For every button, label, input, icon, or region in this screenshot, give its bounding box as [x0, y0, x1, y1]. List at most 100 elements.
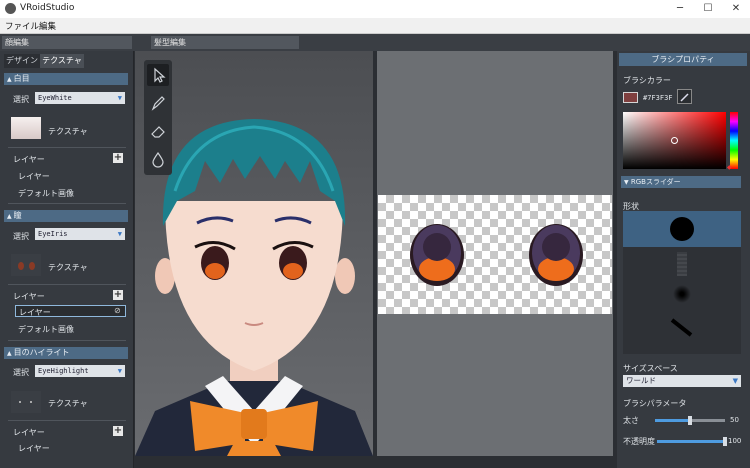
texture-label: テクスチャ — [48, 127, 88, 136]
tab-hair-edit[interactable]: 髪型編集 — [151, 36, 299, 49]
chevron-down-icon: ▼ — [117, 94, 122, 102]
select-label: 選択 — [13, 232, 29, 241]
texture-thumbnail[interactable] — [11, 254, 41, 276]
thickness-label: 太さ — [623, 416, 639, 425]
visibility-off-icon[interactable]: ⊘ — [114, 306, 121, 315]
cursor-tool-button[interactable] — [147, 64, 169, 86]
color-picker-cursor[interactable] — [671, 137, 678, 144]
tab-face-edit[interactable]: 顔編集 — [2, 36, 132, 49]
section-header-eye-highlight[interactable]: ▲ 目のハイライト — [4, 347, 128, 359]
menu-bar: ファイル 編集 — [0, 18, 750, 34]
layer-item[interactable]: レイヤー — [18, 443, 50, 454]
section-title: 白目 — [13, 74, 30, 83]
divider — [8, 147, 126, 148]
tab-texture[interactable]: テクスチャ — [40, 54, 84, 68]
collapse-arrow-icon: ▲ — [7, 213, 12, 220]
texture-thumbnail[interactable] — [11, 117, 41, 139]
divider — [8, 284, 126, 285]
minimize-button[interactable]: ─ — [666, 0, 694, 18]
top-tab-strip: 顔編集 髪型編集 — [0, 34, 750, 51]
brush-color-hex: #7F3F3F — [643, 94, 673, 102]
menu-file[interactable]: ファイル — [5, 20, 39, 32]
title-bar: VRoidStudio ─ ☐ ✕ — [0, 0, 750, 19]
layer-item-default[interactable]: デフォルト画像 — [18, 188, 74, 199]
iris-texture-image — [410, 224, 583, 286]
brush-params-label: ブラシパラメータ — [623, 399, 687, 408]
fill-icon — [152, 151, 164, 168]
close-button[interactable]: ✕ — [722, 0, 750, 18]
chevron-down-icon: ▼ — [117, 367, 122, 375]
texture-preview[interactable] — [378, 195, 612, 314]
add-layer-button[interactable]: + — [113, 426, 123, 436]
eraser-icon — [151, 126, 165, 138]
hard-round-brush-icon — [670, 217, 694, 241]
opacity-label: 不透明度 — [623, 437, 655, 446]
size-space-value: ワールド — [626, 376, 656, 385]
layer-name: レイヤー — [19, 308, 51, 317]
brush-color-swatch[interactable] — [623, 92, 638, 103]
thickness-slider-handle[interactable] — [688, 416, 692, 425]
layer-header: レイヤー — [13, 292, 45, 301]
divider — [8, 340, 126, 341]
divider — [8, 203, 126, 204]
section-header-eye-iris[interactable]: ▲ 瞳 — [4, 210, 128, 222]
layer-item-selected[interactable]: レイヤー ⊘ — [15, 305, 126, 317]
textured-brush-icon[interactable] — [677, 252, 687, 276]
soft-round-brush-icon[interactable] — [673, 285, 691, 303]
collapse-arrow-icon: ▲ — [7, 76, 12, 83]
section-header-eye-white[interactable]: ▲ 白目 — [4, 73, 128, 85]
panel-title: ブラシプロパティ — [619, 53, 747, 66]
highlight-thumbnail-icon — [19, 401, 32, 403]
opacity-slider-fill — [657, 440, 725, 443]
add-layer-button[interactable]: + — [113, 290, 123, 300]
eyedropper-icon — [680, 93, 689, 102]
left-panel: デザイン テクスチャ ▲ 白目 選択 EyeWhite ▼ テクスチャ レイヤー +… — [0, 51, 134, 468]
section-title: 瞳 — [13, 211, 22, 220]
brush-shape-selected[interactable] — [623, 211, 741, 247]
fill-tool-button[interactable] — [147, 148, 169, 170]
divider — [8, 420, 126, 421]
eyedropper-button[interactable] — [677, 89, 692, 104]
section-title: 目のハイライト — [13, 348, 70, 357]
line-brush-item[interactable] — [669, 317, 695, 339]
pen-tool-button[interactable] — [147, 92, 169, 114]
rgb-slider-label: RGBスライダー — [630, 178, 681, 186]
brush-color-label: ブラシカラー — [623, 76, 671, 85]
rgb-slider-toggle[interactable]: ▼ RGBスライダー — [621, 176, 741, 188]
iris-thumbnail-icon — [18, 262, 35, 270]
texture-label: テクスチャ — [48, 399, 88, 408]
brush-properties-panel: ブラシプロパティ ブラシカラー #7F3F3F ◆ ▼ RGBスライダー 形状 … — [617, 51, 750, 468]
select-dropdown-eye-white[interactable]: EyeWhite ▼ — [35, 92, 125, 104]
select-value: EyeWhite — [38, 94, 72, 102]
select-dropdown-eye-highlight[interactable]: EyeHighlight ▼ — [35, 365, 125, 377]
maximize-button[interactable]: ☐ — [694, 0, 722, 18]
hue-marker-icon[interactable]: ◆ — [727, 164, 732, 171]
menu-edit[interactable]: 編集 — [39, 20, 56, 32]
select-value: EyeIris — [38, 230, 68, 238]
layer-item-default[interactable]: デフォルト画像 — [18, 324, 74, 335]
tab-design[interactable]: デザイン — [4, 54, 40, 68]
bottom-strip — [135, 456, 615, 468]
pen-icon — [151, 96, 165, 111]
opacity-slider-handle[interactable] — [723, 437, 727, 446]
layer-item[interactable]: レイヤー — [18, 171, 50, 182]
eraser-tool-button[interactable] — [147, 120, 169, 142]
thickness-value: 50 — [730, 416, 739, 424]
expand-arrow-icon: ▼ — [624, 179, 629, 186]
app-logo-icon — [5, 3, 16, 14]
cursor-icon — [154, 67, 166, 83]
texture-label: テクスチャ — [48, 263, 88, 272]
size-space-dropdown[interactable]: ワールド ▼ — [623, 375, 741, 387]
add-layer-button[interactable]: + — [113, 153, 123, 163]
tool-palette — [144, 60, 172, 175]
collapse-arrow-icon: ▲ — [7, 350, 12, 357]
color-picker-area[interactable] — [623, 112, 726, 169]
layer-header: レイヤー — [13, 155, 45, 164]
select-label: 選択 — [13, 368, 29, 377]
select-dropdown-eye-iris[interactable]: EyeIris ▼ — [35, 228, 125, 240]
thickness-slider-fill — [655, 419, 690, 422]
chevron-down-icon: ▼ — [732, 377, 738, 385]
hue-slider[interactable] — [730, 112, 738, 169]
texture-thumbnail[interactable] — [11, 391, 41, 413]
opacity-value: 100 — [728, 437, 742, 445]
